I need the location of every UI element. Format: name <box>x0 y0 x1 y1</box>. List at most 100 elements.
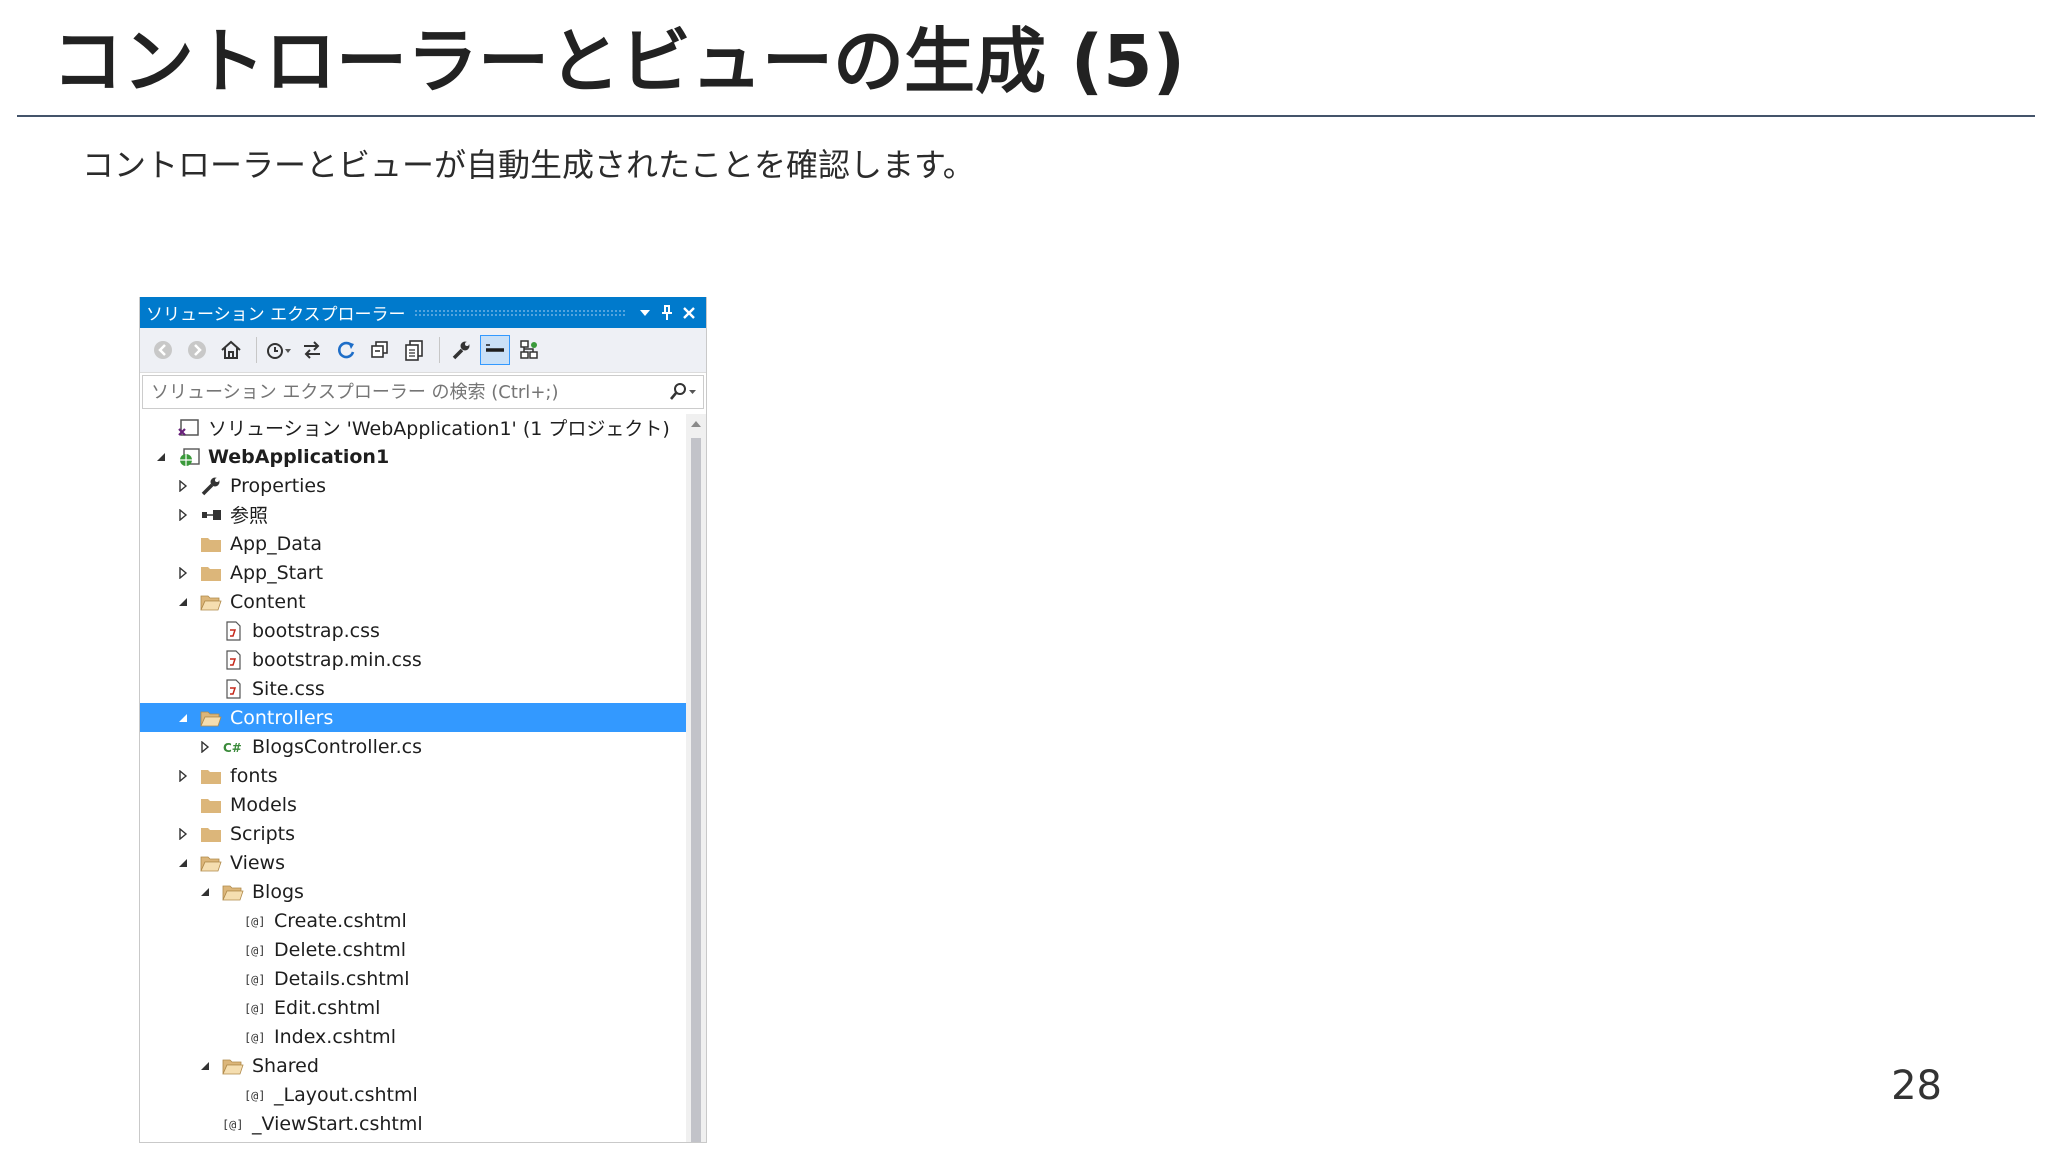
folder-icon <box>200 795 222 815</box>
solution-tree: ソリューション 'WebApplication1' (1 プロジェクト) WebA… <box>140 409 706 1138</box>
collapsed-arrow-icon[interactable] <box>174 477 192 495</box>
expanded-arrow-icon[interactable] <box>152 448 170 466</box>
titlebar-drag-grip[interactable] <box>413 308 626 317</box>
tree-item[interactable]: Controllers <box>140 703 702 732</box>
solution-explorer-titlebar[interactable]: ソリューション エクスプローラー <box>140 297 706 328</box>
tree-item-label: Views <box>230 851 285 874</box>
tree-item[interactable]: [@] Edit.cshtml <box>140 993 706 1022</box>
class-view-icon[interactable] <box>514 335 544 365</box>
tree-item[interactable]: Properties <box>140 471 706 500</box>
tree-item[interactable]: App_Start <box>140 558 706 587</box>
solution-explorer-toolbar <box>140 328 706 373</box>
toolbar-separator <box>256 337 257 363</box>
tree-item[interactable]: bootstrap.min.css <box>140 645 706 674</box>
tree-item-label: Shared <box>252 1054 319 1077</box>
collapsed-arrow-icon[interactable] <box>196 738 214 756</box>
svg-text:[@]: [@] <box>244 1030 266 1044</box>
title-divider <box>17 115 2035 117</box>
tree-item-label: Details.cshtml <box>274 967 410 990</box>
collapse-all-icon[interactable] <box>365 335 395 365</box>
references-icon <box>200 505 222 525</box>
tree-item[interactable]: [@] Index.cshtml <box>140 1022 706 1051</box>
home-icon[interactable] <box>216 335 246 365</box>
wrench-icon <box>200 476 222 496</box>
tree-item-label: _Layout.cshtml <box>274 1083 418 1106</box>
slide-subtitle: コントローラーとビューが自動生成されたことを確認します。 <box>82 146 975 184</box>
history-icon[interactable] <box>263 335 293 365</box>
folder-icon <box>200 563 222 583</box>
tree-item[interactable]: fonts <box>140 761 706 790</box>
tree-item[interactable]: Scripts <box>140 819 706 848</box>
collapsed-arrow-icon[interactable] <box>174 564 192 582</box>
tree-item[interactable]: [@] Details.cshtml <box>140 964 706 993</box>
expanded-arrow-icon[interactable] <box>174 709 192 727</box>
tree-item-label: fonts <box>230 764 278 787</box>
back-icon[interactable] <box>148 335 178 365</box>
web-project-icon <box>178 447 200 467</box>
tree-item-label: Create.cshtml <box>274 909 407 932</box>
scrollbar-thumb[interactable] <box>691 438 701 1142</box>
svg-text:[@]: [@] <box>244 1088 266 1102</box>
tree-item[interactable]: [@] _ViewStart.cshtml <box>140 1109 706 1138</box>
tree-item[interactable]: Blogs <box>140 877 706 906</box>
window-position-dropdown-icon[interactable] <box>634 302 656 324</box>
folder-icon <box>200 766 222 786</box>
vertical-scrollbar[interactable] <box>686 414 706 1142</box>
expanded-arrow-icon[interactable] <box>174 854 192 872</box>
tree-item-label: App_Data <box>230 532 322 555</box>
collapsed-arrow-icon[interactable] <box>174 767 192 785</box>
tree-item[interactable]: Shared <box>140 1051 706 1080</box>
tree-item[interactable]: [@] _Layout.cshtml <box>140 1080 706 1109</box>
tree-item[interactable]: [@] Create.cshtml <box>140 906 706 935</box>
razor-file-icon: [@] <box>222 1114 244 1134</box>
search-input[interactable] <box>149 380 667 404</box>
solution-icon <box>178 418 200 438</box>
razor-file-icon: [@] <box>244 969 266 989</box>
folder-open-icon <box>200 708 222 728</box>
tree-item[interactable]: ソリューション 'WebApplication1' (1 プロジェクト) <box>140 413 706 442</box>
solution-explorer-panel: ソリューション エクスプローラー ソリューション エクスプローラー の検索 (C… <box>139 297 707 1143</box>
tree-item[interactable]: 参照 <box>140 500 706 529</box>
refresh-icon[interactable] <box>331 335 361 365</box>
folder-open-icon <box>222 1056 244 1076</box>
close-icon[interactable] <box>678 302 700 324</box>
svg-text:[@]: [@] <box>244 914 266 928</box>
pin-icon[interactable] <box>656 302 678 324</box>
search-icon[interactable] <box>667 382 697 402</box>
tree-item-label: Index.cshtml <box>274 1025 396 1048</box>
collapsed-arrow-icon[interactable] <box>174 825 192 843</box>
preview-selected-items-icon[interactable] <box>480 335 510 365</box>
tree-item[interactable]: C# BlogsController.cs <box>140 732 706 761</box>
razor-file-icon: [@] <box>244 998 266 1018</box>
tree-item[interactable]: bootstrap.css <box>140 616 706 645</box>
expanded-arrow-icon[interactable] <box>174 593 192 611</box>
forward-icon[interactable] <box>182 335 212 365</box>
expanded-arrow-icon[interactable] <box>196 883 214 901</box>
properties-icon[interactable] <box>446 335 476 365</box>
folder-icon <box>200 824 222 844</box>
tree-item[interactable]: App_Data <box>140 529 706 558</box>
tree-item[interactable]: [@] Delete.cshtml <box>140 935 706 964</box>
expanded-arrow-icon[interactable] <box>196 1057 214 1075</box>
show-all-files-icon[interactable] <box>399 335 429 365</box>
scroll-up-icon[interactable] <box>686 414 706 434</box>
tree-item[interactable]: Site.css <box>140 674 706 703</box>
tree-item-label: BlogsController.cs <box>252 735 422 758</box>
tree-item[interactable]: Content <box>140 587 706 616</box>
solution-explorer-title: ソリューション エクスプローラー <box>146 305 406 325</box>
sync-icon[interactable] <box>297 335 327 365</box>
tree-item-label: App_Start <box>230 561 324 584</box>
tree-item[interactable]: WebApplication1 <box>140 442 706 471</box>
tree-item[interactable]: Views <box>140 848 706 877</box>
collapsed-arrow-icon[interactable] <box>174 506 192 524</box>
tree-item[interactable]: Models <box>140 790 706 819</box>
